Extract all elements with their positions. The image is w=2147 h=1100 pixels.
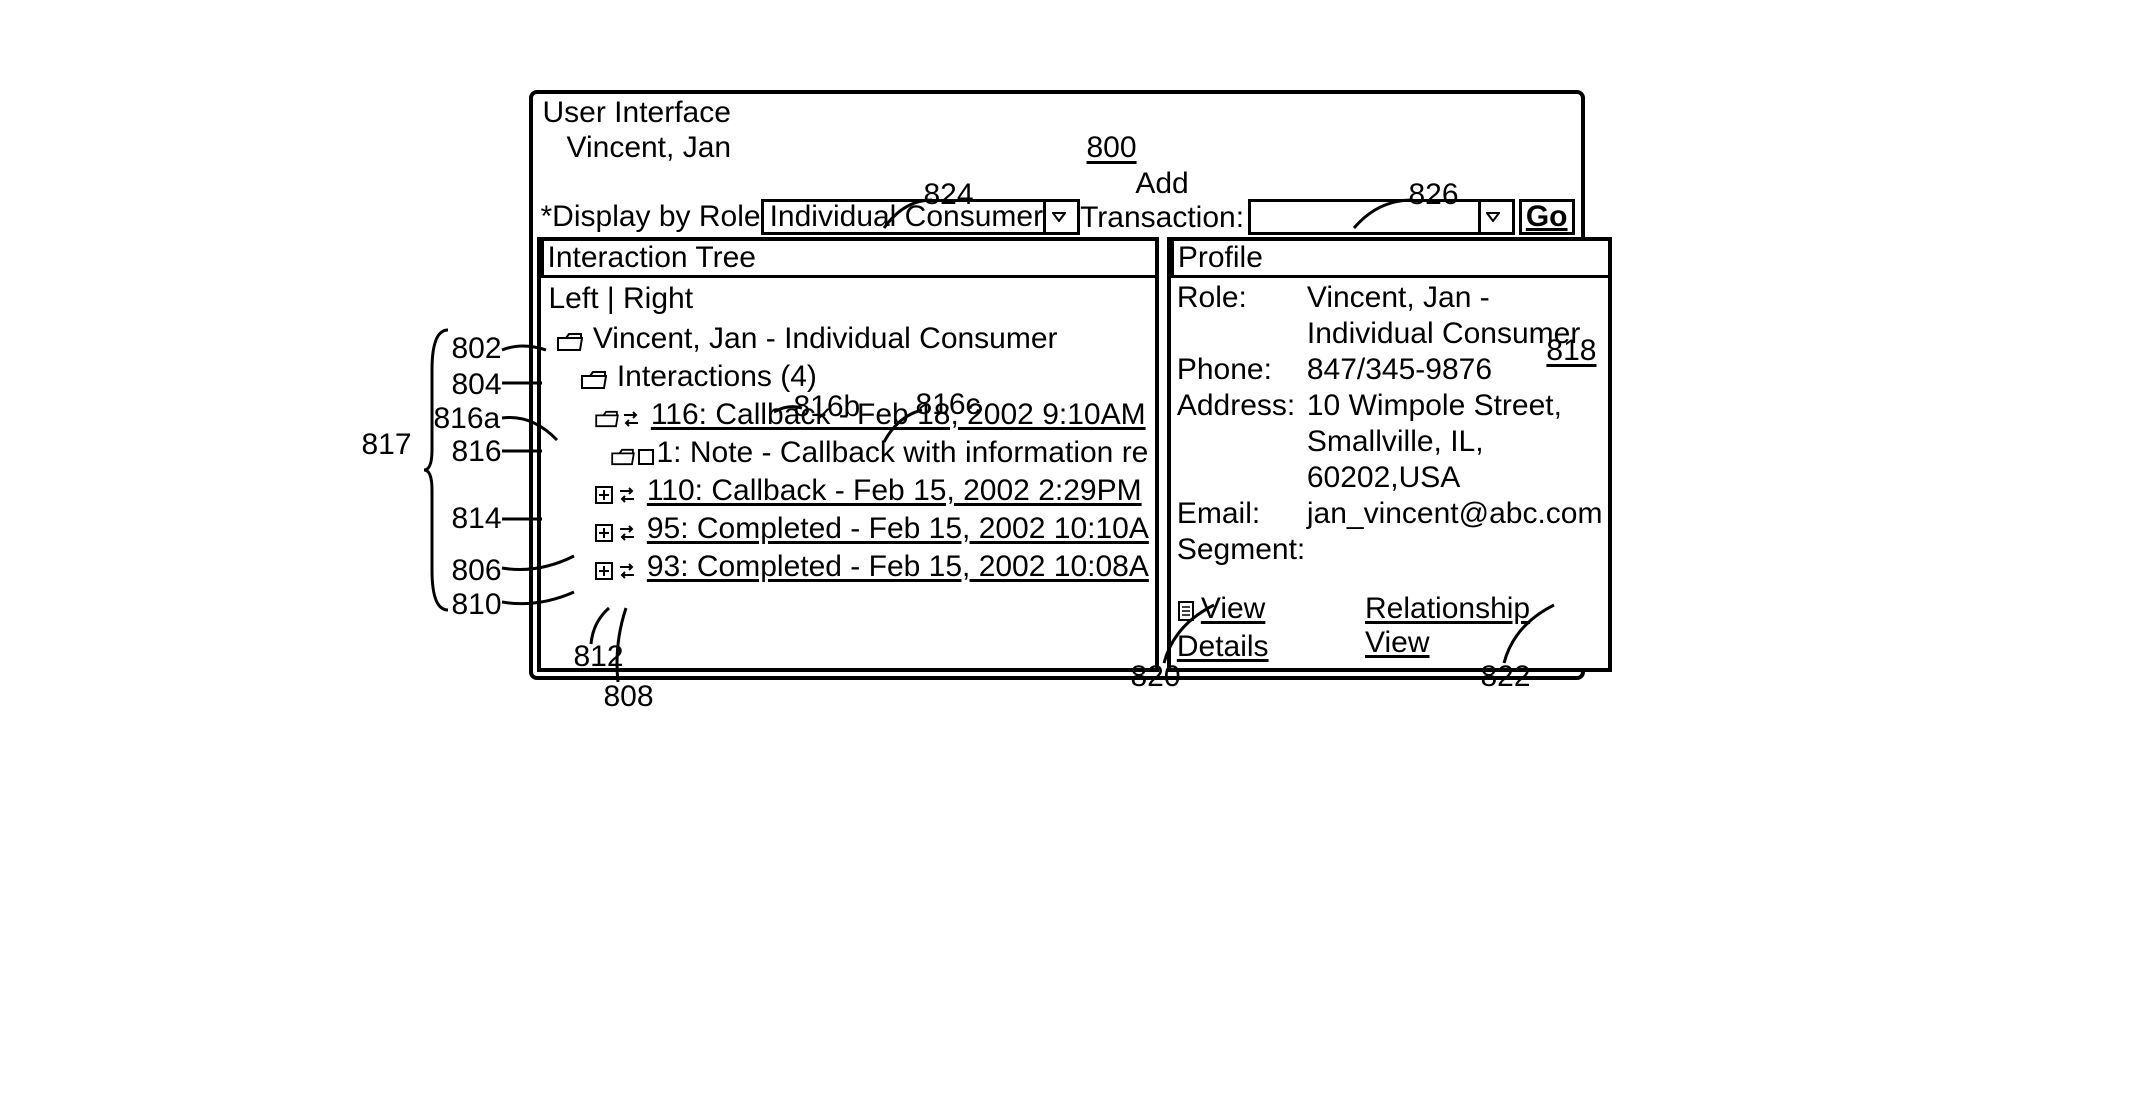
email-value: jan_vincent@abc.com	[1307, 496, 1603, 532]
note-icon	[637, 440, 655, 474]
display-by-role-label: *Display by Role	[541, 200, 761, 234]
chevron-down-icon	[1478, 202, 1506, 232]
folder-open-icon	[581, 364, 607, 398]
relationship-view-link[interactable]: Relationship View	[1365, 592, 1602, 664]
transfer-arrows-icon	[617, 478, 637, 512]
callout-817: 817	[362, 428, 412, 462]
expand-plus-icon	[595, 554, 615, 588]
callout-802: 802	[452, 332, 502, 366]
role-label: Role:	[1177, 280, 1307, 352]
document-icon	[1177, 596, 1197, 630]
figure-number-818: 818	[1546, 334, 1596, 368]
figure-number-800: 800	[1087, 131, 1137, 165]
callout-812: 812	[574, 640, 624, 674]
transfer-arrows-icon	[621, 402, 641, 436]
window-header: User Interface Vincent, Jan 800	[533, 94, 1581, 165]
interaction-tree-title: Interaction Tree	[540, 241, 1155, 278]
role-select[interactable]: Individual Consumer	[761, 199, 1080, 235]
transfer-arrows-icon	[617, 554, 637, 588]
window-title: User Interface	[543, 96, 1027, 131]
diagram-canvas: User Interface Vincent, Jan 800 *Display…	[334, 30, 1814, 730]
callout-816b: 816b	[794, 390, 861, 424]
address-value-1: 10 Wimpole Street,	[1307, 388, 1603, 424]
transfer-arrows-icon	[617, 516, 637, 550]
folder-open-icon	[595, 402, 619, 436]
folder-open-icon	[611, 440, 635, 474]
transaction-select[interactable]	[1248, 199, 1515, 235]
tree-nav[interactable]: Left | Right	[547, 280, 1149, 322]
tree-item[interactable]: 93: Completed - Feb 15, 2002 10:08A	[547, 550, 1149, 588]
callout-808: 808	[604, 680, 654, 714]
callout-814: 814	[452, 502, 502, 536]
segment-value	[1307, 532, 1603, 568]
callout-804: 804	[452, 368, 502, 402]
tree-item[interactable]: 1: Note - Callback with information re	[547, 436, 1149, 474]
tree-item[interactable]: 95: Completed - Feb 15, 2002 10:10A	[547, 512, 1149, 550]
view-details-link[interactable]: View Details	[1177, 592, 1365, 664]
tree-item[interactable]: 110: Callback - Feb 15, 2002 2:29PM	[547, 474, 1149, 512]
address-value-2: Smallville, IL, 60202,USA	[1307, 424, 1603, 496]
expand-plus-icon	[595, 478, 615, 512]
tree-root[interactable]: Vincent, Jan - Individual Consumer	[547, 322, 1149, 360]
callout-820: 820	[1131, 660, 1181, 694]
callout-816c: 816c	[916, 388, 981, 422]
interaction-tree: Vincent, Jan - Individual Consumer Inter…	[547, 322, 1149, 588]
panels-row: Interaction Tree Left | Right Vincent, J…	[533, 237, 1581, 676]
profile-panel: Profile 818 Role: Vincent, Jan - Individ…	[1167, 237, 1613, 672]
phone-label: Phone:	[1177, 352, 1307, 388]
segment-label: Segment:	[1177, 532, 1307, 568]
interaction-tree-panel: Interaction Tree Left | Right Vincent, J…	[537, 237, 1159, 672]
email-label: Email:	[1177, 496, 1307, 532]
address-label: Address:	[1177, 388, 1307, 424]
profile-title: Profile	[1170, 241, 1609, 278]
window-subtitle: Vincent, Jan	[543, 131, 1027, 166]
profile-fields: Role: Vincent, Jan - Individual Consumer…	[1177, 280, 1603, 568]
role-select-value: Individual Consumer	[770, 200, 1043, 234]
brace-icon	[424, 330, 454, 610]
expand-plus-icon	[595, 516, 615, 550]
callout-826: 826	[1409, 178, 1459, 212]
folder-open-icon	[557, 326, 583, 360]
callout-816a: 816a	[434, 402, 501, 436]
callout-810: 810	[452, 588, 502, 622]
callout-806: 806	[452, 554, 502, 588]
callout-816: 816	[452, 435, 502, 469]
callout-822: 822	[1481, 660, 1531, 694]
callout-824: 824	[924, 178, 974, 212]
go-button[interactable]: Go	[1519, 199, 1575, 235]
add-transaction-label: Add Transaction:	[1080, 167, 1244, 235]
chevron-down-icon	[1043, 202, 1071, 232]
